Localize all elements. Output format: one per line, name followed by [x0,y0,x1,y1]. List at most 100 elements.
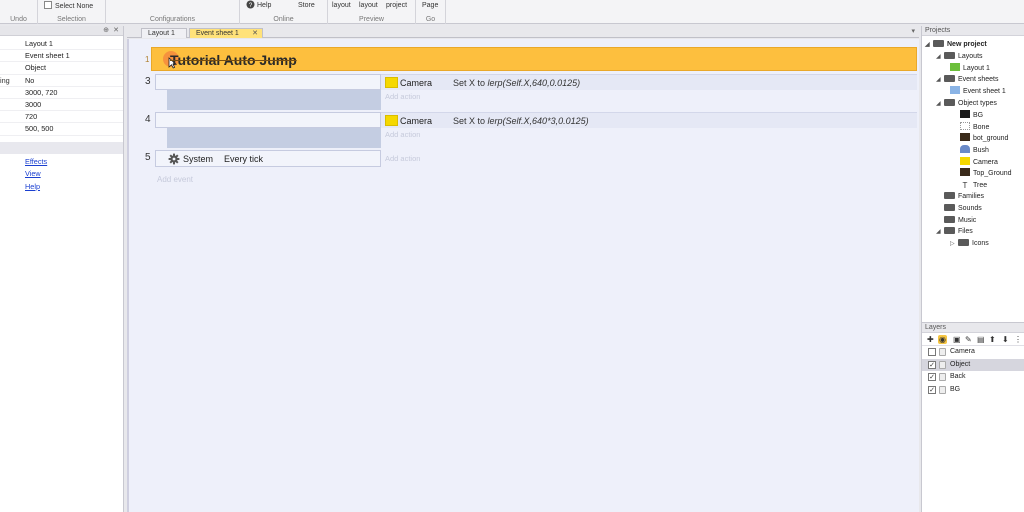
tree-node-object[interactable]: Bone [960,122,989,134]
preview-layout-button[interactable]: layout [332,2,351,10]
layer-lock-icon[interactable] [939,385,946,394]
tree-node-event-sheets[interactable]: ◢ Event sheets [936,74,998,86]
preview-group-label: Preview [359,16,384,23]
tab-layout-1[interactable]: Layout 1 [141,28,187,38]
property-row[interactable]: Layout 1 [0,38,123,51]
object-thumbnail-icon [960,157,970,165]
add-layer-icon[interactable]: ✚ [927,335,934,344]
layer-lock-icon[interactable] [939,348,946,356]
tree-node-files[interactable]: ◢ Files [936,226,973,238]
property-row[interactable]: ing No [0,75,123,87]
event-row[interactable]: Camera Set X to lerp(Self.X,640*3,0.0125… [155,112,917,148]
page-button[interactable]: Page [422,2,438,10]
layer-visibility-checkbox[interactable]: ✓ [928,385,936,394]
help-link[interactable]: Help [0,181,123,194]
condition-text: Every tick [224,154,264,164]
add-action-link[interactable]: Add action [385,154,420,163]
visibility-icon[interactable]: ◉ [938,335,947,344]
delete-icon[interactable]: ▤ [977,335,985,344]
pin-icon[interactable]: ⊕ [103,26,109,34]
add-action-row[interactable]: Add action [381,152,917,166]
layer-row[interactable]: ✓ Object [922,358,1024,371]
layer-row[interactable]: Camera [922,346,1024,359]
expand-arrow-icon[interactable]: ◢ [925,40,933,51]
tab-event-sheet-1[interactable]: Event sheet 1 ✕ [189,28,263,38]
lock-icon[interactable]: ▣ [953,335,961,344]
event-condition[interactable]: System Every tick [155,150,381,167]
event-action[interactable]: Camera Set X to lerp(Self.X,640,0.0125) [381,74,917,90]
tree-node-layout-1[interactable]: Layout 1 [950,63,990,75]
property-row[interactable]: 3000 [0,99,123,112]
expand-arrow-icon[interactable]: ◢ [936,227,944,238]
expand-arrow-icon[interactable]: ◢ [936,99,944,110]
layer-name: Object [950,360,971,368]
tree-label: Event sheets [958,76,999,83]
layer-visibility-checkbox[interactable]: ✓ [928,360,936,369]
move-up-icon[interactable]: ⬆ [989,335,996,344]
close-icon[interactable]: ✕ [113,26,119,34]
event-action[interactable]: Camera Set X to lerp(Self.X,640*3,0.0125… [381,112,917,128]
view-link[interactable]: View [0,168,123,181]
property-row[interactable]: 720 [0,111,123,124]
property-row[interactable]: 3000, 720 [0,87,123,99]
layer-name: BG [950,385,961,393]
event-condition-area[interactable] [155,112,381,128]
tree-node-event-sheet-1[interactable]: Event sheet 1 [950,86,1006,98]
event-condition-area[interactable] [155,74,381,90]
add-action-link[interactable]: Add action [385,92,420,101]
tree-node-object[interactable]: T Tree [960,180,988,192]
layer-visibility-checkbox[interactable]: ✓ [928,373,936,381]
property-value: 720 [25,112,38,122]
tree-node-layouts[interactable]: ◢ Layouts [936,51,983,63]
property-row[interactable]: Object [0,62,123,75]
collapse-arrow-icon[interactable]: ▷ [950,239,958,250]
add-action-row[interactable]: Add action [381,128,917,142]
more-icon[interactable]: ⋮ [1014,335,1022,344]
tree-label: Music [958,217,977,224]
tabs-dropdown-icon[interactable]: ▾ [911,27,915,35]
add-event-link[interactable]: Add event [157,175,193,184]
folder-icon [944,227,955,234]
layer-lock-icon[interactable] [939,360,946,369]
add-action-link[interactable]: Add action [385,130,420,139]
event-row[interactable]: Camera Set X to lerp(Self.X,640,0.0125) … [155,74,917,110]
close-tab-icon[interactable]: ✕ [252,29,258,39]
add-action-row[interactable]: Add action [381,90,917,104]
object-thumbnail-icon [960,133,970,141]
event-comment[interactable]: Tutorial Auto Jump [151,47,917,71]
subevent-block[interactable] [167,128,381,148]
expand-arrow-icon[interactable]: ◢ [936,75,944,86]
tree-node-object[interactable]: Top_Ground [960,168,1012,180]
tree-root-new-project[interactable]: ◢ New project [925,39,987,51]
tree-node-music[interactable]: Music [944,215,976,227]
tree-node-families[interactable]: Families [944,191,984,203]
expand-arrow-icon[interactable]: ◢ [936,52,944,63]
tree-node-icons[interactable]: ▷ Icons [950,238,989,250]
select-none-button[interactable]: Select None [44,1,93,11]
tree-node-object[interactable]: BG [960,110,983,122]
layer-row[interactable]: ✓ BG [922,384,1024,397]
subevent-block[interactable] [167,90,381,110]
tree-node-object[interactable]: bot_ground [960,133,1008,145]
event-row[interactable]: System Every tick Add action [155,150,917,170]
online-group-label: Online [273,16,294,23]
folder-icon [944,52,955,59]
move-down-icon[interactable]: ⬇ [1002,335,1009,344]
layer-lock-icon[interactable] [939,373,946,381]
debug-layout-button[interactable]: layout [359,2,378,10]
property-row[interactable]: Event sheet 1 [0,50,123,63]
tree-node-sounds[interactable]: Sounds [944,203,982,215]
action-expr: lerp(Self.X,640*3,0.0125) [487,116,589,126]
edit-icon[interactable]: ✎ [965,335,972,344]
preview-project-button[interactable]: project [386,2,407,10]
store-button[interactable]: Store [298,2,315,10]
tree-node-object-types[interactable]: ◢ Object types [936,98,997,110]
help-button[interactable]: ? Help [246,0,271,10]
layer-row[interactable]: ✓ Back [922,371,1024,384]
tree-node-object[interactable]: Camera [960,157,998,169]
tree-node-object[interactable]: Bush [960,145,989,157]
event-sheet-editor[interactable]: 1 Tutorial Auto Jump 3 Camera Set X to l… [127,39,919,512]
property-row[interactable]: 500, 500 [0,123,123,136]
effects-link[interactable]: Effects [0,156,123,169]
layer-visibility-checkbox[interactable] [928,348,936,356]
